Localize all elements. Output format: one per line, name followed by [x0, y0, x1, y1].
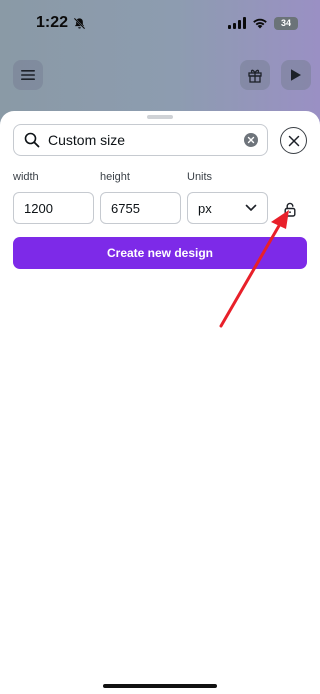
cellular-signal-icon: [228, 17, 246, 29]
wifi-icon: [253, 18, 267, 29]
close-x-icon: [288, 135, 299, 146]
units-label: Units: [187, 171, 213, 183]
width-label: width: [13, 171, 39, 183]
battery-indicator: 34: [274, 16, 298, 30]
time-text: 1:22: [36, 14, 69, 31]
create-new-design-button[interactable]: Create new design: [13, 237, 307, 269]
present-button[interactable]: [281, 60, 311, 90]
status-icons: 34: [228, 16, 298, 30]
width-field[interactable]: [13, 192, 94, 224]
units-dropdown[interactable]: px: [187, 192, 268, 224]
sheet-grabber[interactable]: [147, 115, 173, 119]
menu-button[interactable]: [13, 60, 43, 90]
status-time: 1:22: [36, 14, 86, 32]
search-box[interactable]: [13, 124, 268, 156]
clear-search-button[interactable]: [244, 133, 258, 147]
unlocked-padlock-icon: [284, 202, 296, 217]
silent-bell-icon: [73, 17, 86, 29]
close-button[interactable]: [280, 127, 307, 154]
battery-level: 34: [280, 18, 291, 28]
search-icon: [24, 132, 40, 148]
chevron-down-icon: [245, 204, 257, 211]
home-indicator: [103, 684, 217, 688]
status-bar: 1:22 34: [0, 0, 320, 46]
gift-icon: [248, 69, 262, 83]
play-icon: [291, 69, 301, 81]
height-label: height: [100, 171, 130, 183]
search-input[interactable]: [48, 126, 228, 154]
clear-circle-x-icon: [247, 136, 255, 144]
units-selected-value: px: [198, 200, 212, 216]
aspect-lock-button[interactable]: [282, 200, 298, 218]
hamburger-menu-icon: [21, 70, 35, 80]
gift-button[interactable]: [240, 60, 270, 90]
height-field[interactable]: [100, 192, 181, 224]
custom-size-sheet: width height Units px Create new design: [0, 111, 320, 694]
